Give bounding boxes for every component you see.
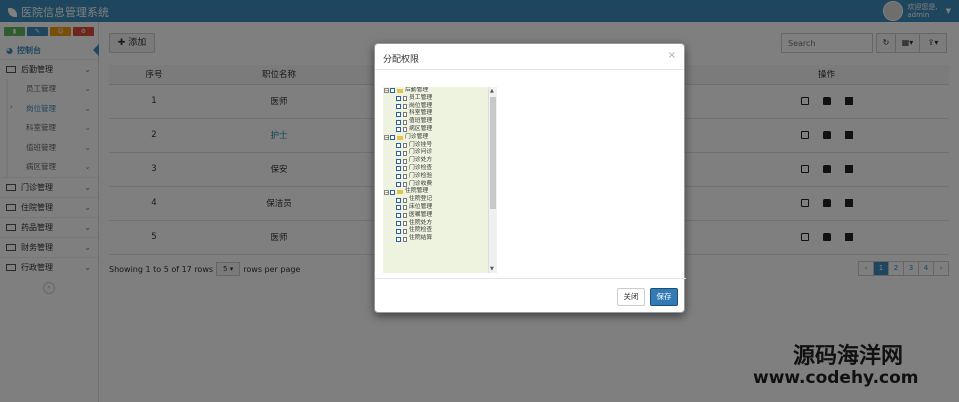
tree-node-label: 门诊检验 (409, 172, 433, 179)
scroll-down-icon[interactable]: ▼ (490, 266, 494, 272)
scrollbar-thumb[interactable] (490, 97, 496, 209)
folder-icon (397, 135, 403, 140)
file-icon (403, 119, 407, 125)
tree-scrollbar[interactable]: ▲ ▼ (488, 87, 497, 273)
checkbox[interactable] (396, 119, 401, 125)
file-icon (403, 197, 407, 203)
checkbox[interactable] (396, 228, 401, 234)
tree-leaf-node[interactable]: 床位管理 (383, 204, 497, 212)
folder-icon (397, 190, 403, 195)
checkbox[interactable] (396, 236, 401, 242)
checkbox[interactable] (396, 103, 401, 109)
checkbox[interactable] (396, 142, 401, 148)
tree-leaf-node[interactable]: 医嘱管理 (383, 212, 497, 220)
tree-node-label: 医嘱管理 (409, 211, 433, 218)
checkbox[interactable] (390, 88, 395, 94)
file-icon (403, 220, 407, 226)
tree-leaf-node[interactable]: 门诊挂号 (383, 142, 497, 150)
file-icon (403, 150, 407, 156)
checkbox[interactable] (396, 181, 401, 187)
tree-leaf-node[interactable]: 住院登记 (383, 196, 497, 204)
file-icon (403, 228, 407, 234)
file-icon (403, 236, 407, 242)
close-button[interactable]: 关闭 (617, 288, 645, 306)
tree-leaf-node[interactable]: 值班管理 (383, 118, 497, 126)
tree-leaf-node[interactable]: 门诊处方 (383, 157, 497, 165)
scroll-up-icon[interactable]: ▲ (490, 88, 494, 94)
tree-node-label: 门诊问诊 (409, 149, 433, 156)
file-icon (403, 111, 407, 117)
tree-node-label: 后勤管理 (405, 87, 429, 93)
file-icon (403, 96, 407, 102)
tree-node-label: 门诊管理 (405, 133, 429, 140)
dialog-header: 分配权限 × (375, 44, 684, 70)
watermark-line1: 源码海洋网 (793, 344, 904, 369)
checkbox[interactable] (396, 127, 401, 133)
file-icon (403, 127, 407, 133)
tree-group-node[interactable]: − 门诊管理 (383, 134, 497, 142)
collapse-icon[interactable]: − (384, 88, 389, 94)
tree-leaf-node[interactable]: 门诊问诊 (383, 149, 497, 157)
tree-leaf-node[interactable]: 住院处方 (383, 220, 497, 228)
tree-node-label: 住院管理 (405, 188, 429, 195)
watermark-line2: www.codehy.com (753, 368, 919, 388)
tree-leaf-node[interactable]: 住院结算 (383, 235, 497, 243)
tree-group-node[interactable]: − 住院管理 (383, 188, 497, 196)
checkbox[interactable] (396, 205, 401, 211)
tree-leaf-node[interactable]: 门诊检验 (383, 173, 497, 181)
permission-tree[interactable]: − 后勤管理 员工管理 岗位管理 科室管理 值班管理 病区管理 − 门诊管理 门诊挂号 门诊问诊 门诊… (383, 87, 497, 273)
tree-leaf-node[interactable]: 门诊收费 (383, 181, 497, 189)
file-icon (403, 181, 407, 187)
tree-node-label: 值班管理 (409, 118, 433, 125)
checkbox[interactable] (396, 150, 401, 156)
file-icon (403, 174, 407, 180)
tree-leaf-node[interactable]: 病区管理 (383, 126, 497, 134)
checkbox[interactable] (396, 96, 401, 102)
checkbox[interactable] (396, 220, 401, 226)
tree-node-label: 门诊处方 (409, 157, 433, 164)
checkbox[interactable] (396, 174, 401, 180)
checkbox[interactable] (390, 189, 395, 195)
collapse-icon[interactable]: − (384, 189, 389, 195)
checkbox[interactable] (396, 213, 401, 219)
folder-icon (397, 88, 403, 93)
file-icon (403, 213, 407, 219)
tree-leaf-node[interactable]: 门诊检查 (383, 165, 497, 173)
tree-node-label: 床位管理 (409, 203, 433, 210)
file-icon (403, 142, 407, 148)
checkbox[interactable] (390, 135, 395, 141)
tree-node-label: 门诊检查 (409, 164, 433, 171)
checkbox[interactable] (396, 197, 401, 203)
checkbox[interactable] (396, 158, 401, 164)
tree-node-label: 员工管理 (409, 94, 433, 101)
tree-leaf-node[interactable]: 住院检查 (383, 227, 497, 235)
dialog-title: 分配权限 (383, 55, 420, 65)
tree-node-label: 住院结算 (409, 235, 433, 242)
save-button[interactable]: 保存 (650, 288, 678, 306)
watermark: 源码海洋网 www.codehy.com (753, 346, 919, 387)
tree-leaf-node[interactable]: 岗位管理 (383, 103, 497, 111)
tree-group-node[interactable]: − 后勤管理 (383, 87, 497, 95)
file-icon (403, 158, 407, 164)
dialog-footer: 关闭 保存 (375, 278, 686, 312)
close-icon[interactable]: × (668, 50, 676, 61)
checkbox[interactable] (396, 166, 401, 172)
tree-leaf-node[interactable]: 科室管理 (383, 110, 497, 118)
tree-node-label: 住院登记 (409, 196, 433, 203)
tree-node-label: 住院检查 (409, 227, 433, 234)
file-icon (403, 103, 407, 109)
collapse-icon[interactable]: − (384, 135, 389, 141)
file-icon (403, 166, 407, 172)
permission-dialog: 分配权限 × − 后勤管理 员工管理岗位管理 科室管理 值班管理 病区管理 − 门诊管理门诊挂… (374, 43, 686, 313)
file-icon (403, 205, 407, 211)
checkbox[interactable] (396, 111, 401, 117)
tree-leaf-node[interactable]: 员工管理 (383, 95, 497, 103)
tree-node-label: 病区管理 (409, 125, 433, 132)
